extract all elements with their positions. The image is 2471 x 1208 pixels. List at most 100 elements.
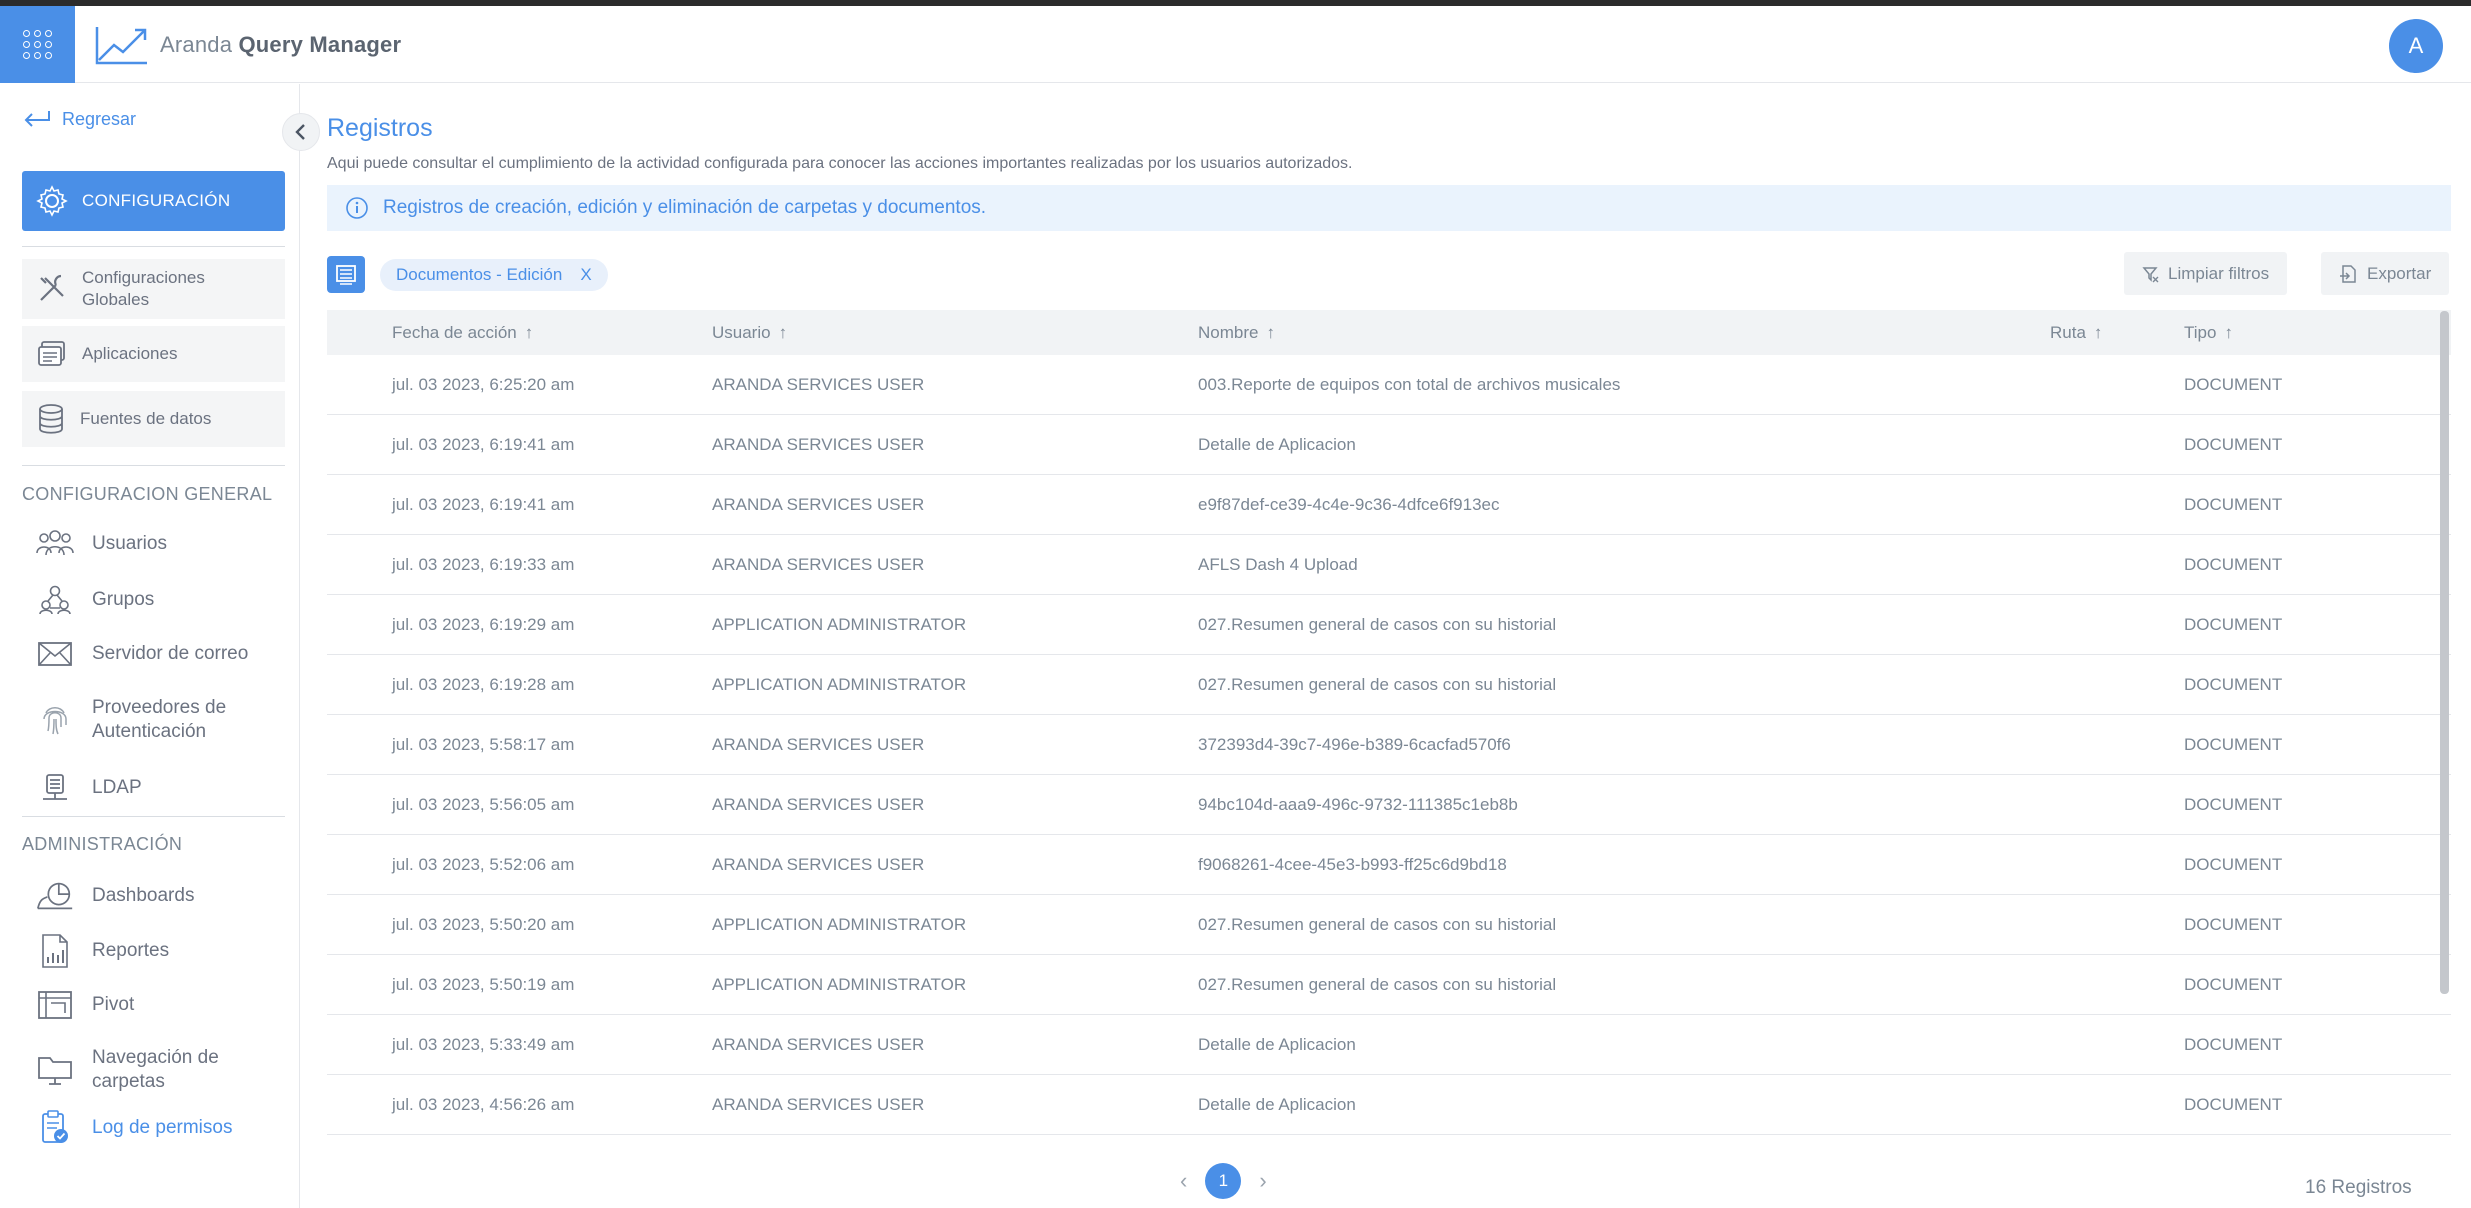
sidebar-item-label: Proveedores de Autenticación	[92, 697, 227, 742]
sidebar-item-reports[interactable]: Reportes	[34, 933, 169, 969]
next-page-button[interactable]: ›	[1259, 1168, 1266, 1194]
administration-section-title: ADMINISTRACIÓN	[22, 834, 183, 854]
table-row[interactable]: jul. 03 2023, 5:56:05 am ARANDA SERVICES …	[327, 775, 2451, 835]
folder-icon	[38, 1057, 72, 1085]
cell-action-date: jul. 03 2023, 6:19:41 am	[392, 494, 575, 514]
sidebar-item-label: Reportes	[92, 940, 170, 961]
page-number-button[interactable]: 1	[1205, 1163, 1242, 1199]
sidebar-item-label: Dashboards	[92, 885, 195, 906]
permissions-log-icon	[42, 1110, 68, 1143]
cell-action-date: jul. 03 2023, 5:52:06 am	[392, 854, 575, 874]
back-link[interactable]: Regresar	[22, 108, 136, 130]
previous-page-button[interactable]: ‹	[1180, 1168, 1187, 1194]
return-arrow-icon	[24, 111, 50, 127]
back-label: Regresar	[62, 108, 137, 129]
sidebar-item-data-sources[interactable]: Fuentes de datos	[22, 391, 285, 447]
column-header-user[interactable]: Usuario ↑	[712, 323, 1198, 343]
sidebar-item-folder-navigation[interactable]: Navegación de carpetas	[34, 1046, 262, 1094]
sidebar-item-label: Aplicaciones	[82, 344, 178, 363]
sidebar-divider	[22, 816, 285, 817]
configuration-button[interactable]: CONFIGURACIÓN	[22, 171, 285, 231]
sidebar-item-applications[interactable]: Aplicaciones	[22, 326, 285, 382]
export-label: Exportar	[2367, 263, 2432, 283]
app-header: Aranda Query Manager A	[0, 6, 2471, 83]
cell-user: ARANDA SERVICES USER	[712, 1034, 925, 1054]
cell-type: DOCUMENT	[2184, 674, 2283, 694]
database-icon	[39, 404, 63, 434]
cell-user: APPLICATION ADMINISTRATOR	[712, 674, 967, 694]
column-header-name[interactable]: Nombre ↑	[1198, 323, 2050, 343]
cell-action-date: jul. 03 2023, 6:19:29 am	[392, 614, 575, 634]
table-row[interactable]: jul. 03 2023, 6:19:41 am ARANDA SERVICES …	[327, 475, 2451, 535]
cell-name: 372393d4-39c7-496e-b389-6cacfad570f6	[1198, 734, 1511, 754]
ldap-icon	[43, 774, 67, 800]
filter-list-button[interactable]	[327, 256, 365, 293]
mail-icon	[38, 642, 72, 666]
sidebar-item-permissions-log[interactable]: Log de permisos	[34, 1110, 232, 1146]
cell-name: 027.Resumen general de casos con su hist…	[1198, 674, 1557, 694]
table-row[interactable]: jul. 03 2023, 6:19:33 am ARANDA SERVICES …	[327, 535, 2451, 595]
cell-action-date: jul. 03 2023, 6:19:41 am	[392, 434, 575, 454]
info-icon	[346, 197, 368, 219]
gear-icon	[36, 185, 68, 217]
table-row[interactable]: jul. 03 2023, 6:19:29 am APPLICATION ADMI…	[327, 595, 2451, 655]
sidebar-item-users[interactable]: Usuarios	[34, 529, 167, 559]
table-row[interactable]: jul. 03 2023, 5:50:20 am APPLICATION ADMI…	[327, 895, 2451, 955]
sidebar-divider	[22, 465, 285, 466]
export-button[interactable]: Exportar	[2321, 252, 2450, 295]
user-avatar[interactable]: A	[2389, 19, 2443, 73]
info-banner: Registros de creación, edición y elimina…	[327, 185, 2451, 231]
collapse-sidebar-button[interactable]	[282, 113, 320, 151]
sidebar-item-label: Configuraciones Globales	[82, 268, 205, 309]
clear-filters-button[interactable]: Limpiar filtros	[2124, 252, 2288, 295]
table-row[interactable]: jul. 03 2023, 6:25:20 am ARANDA SERVICES …	[327, 355, 2451, 415]
table-scrollbar[interactable]	[2440, 311, 2449, 994]
table-row[interactable]: jul. 03 2023, 6:19:28 am APPLICATION ADMI…	[327, 655, 2451, 715]
sidebar-item-label: Usuarios	[92, 533, 167, 554]
general-config-section-title: CONFIGURACION GENERAL	[22, 484, 273, 504]
sidebar-item-auth-providers[interactable]: Proveedores de Autenticación	[34, 696, 262, 744]
configuration-label: CONFIGURACIÓN	[82, 191, 231, 210]
sidebar-item-global-configurations[interactable]: Configuraciones Globales	[22, 259, 285, 319]
trend-logo-icon	[95, 27, 147, 65]
sort-arrow-icon: ↑	[2093, 322, 2103, 342]
app-launcher-button[interactable]	[0, 6, 75, 83]
cell-name: Detalle de Aplicacion	[1198, 434, 1356, 454]
sidebar: Regresar CONFIGURACIÓN Configuraciones G…	[0, 84, 300, 1208]
sidebar-divider	[22, 246, 285, 247]
column-header-type[interactable]: Tipo ↑	[2184, 323, 2384, 343]
sidebar-item-groups[interactable]: Grupos	[34, 584, 154, 616]
table-row[interactable]: jul. 03 2023, 4:56:26 am ARANDA SERVICES …	[327, 1075, 2451, 1135]
cell-user: ARANDA SERVICES USER	[712, 554, 925, 574]
sidebar-item-pivot[interactable]: Pivot	[34, 990, 134, 1020]
sidebar-item-label: LDAP	[92, 777, 142, 798]
cell-action-date: jul. 03 2023, 4:56:26 am	[392, 1094, 575, 1114]
cell-name: 94bc104d-aaa9-496c-9732-111385c1eb8b	[1198, 794, 1518, 814]
sidebar-item-dashboards[interactable]: Dashboards	[34, 879, 194, 913]
cell-name: Detalle de Aplicacion	[1198, 1094, 1356, 1114]
pivot-icon	[38, 991, 72, 1019]
brand-logo[interactable]: Aranda Query Manager	[94, 20, 401, 70]
table-row[interactable]: jul. 03 2023, 5:52:06 am ARANDA SERVICES …	[327, 835, 2451, 895]
sidebar-item-ldap[interactable]: LDAP	[34, 773, 142, 803]
column-header-path[interactable]: Ruta ↑	[2050, 323, 2184, 343]
table-row[interactable]: jul. 03 2023, 5:50:19 am APPLICATION ADMI…	[327, 955, 2451, 1015]
table-row[interactable]: jul. 03 2023, 6:19:41 am ARANDA SERVICES …	[327, 415, 2451, 475]
cell-type: DOCUMENT	[2184, 554, 2283, 574]
table-row[interactable]: jul. 03 2023, 5:33:49 am ARANDA SERVICES …	[327, 1015, 2451, 1075]
cell-type: DOCUMENT	[2184, 974, 2283, 994]
column-header-action-date[interactable]: Fecha de acción ↑	[327, 323, 712, 343]
active-filter-chip: Documentos - Edición X	[380, 259, 608, 291]
table-row[interactable]: jul. 03 2023, 5:58:17 am ARANDA SERVICES …	[327, 715, 2451, 775]
cell-type: DOCUMENT	[2184, 854, 2283, 874]
pagination: ‹ 1 ›	[1180, 1163, 1267, 1199]
sort-arrow-icon: ↑	[1266, 322, 1275, 342]
remove-filter-button[interactable]: X	[580, 265, 591, 285]
cell-action-date: jul. 03 2023, 5:58:17 am	[392, 734, 575, 754]
cell-type: DOCUMENT	[2184, 434, 2283, 454]
cell-action-date: jul. 03 2023, 5:50:20 am	[392, 914, 575, 934]
applications-icon	[38, 341, 65, 366]
sidebar-item-mail-server[interactable]: Servidor de correo	[34, 641, 248, 667]
table-header: Fecha de acción ↑ Usuario ↑ Nombre ↑ Ruta ↑ …	[327, 310, 2451, 355]
cell-type: DOCUMENT	[2184, 374, 2283, 394]
